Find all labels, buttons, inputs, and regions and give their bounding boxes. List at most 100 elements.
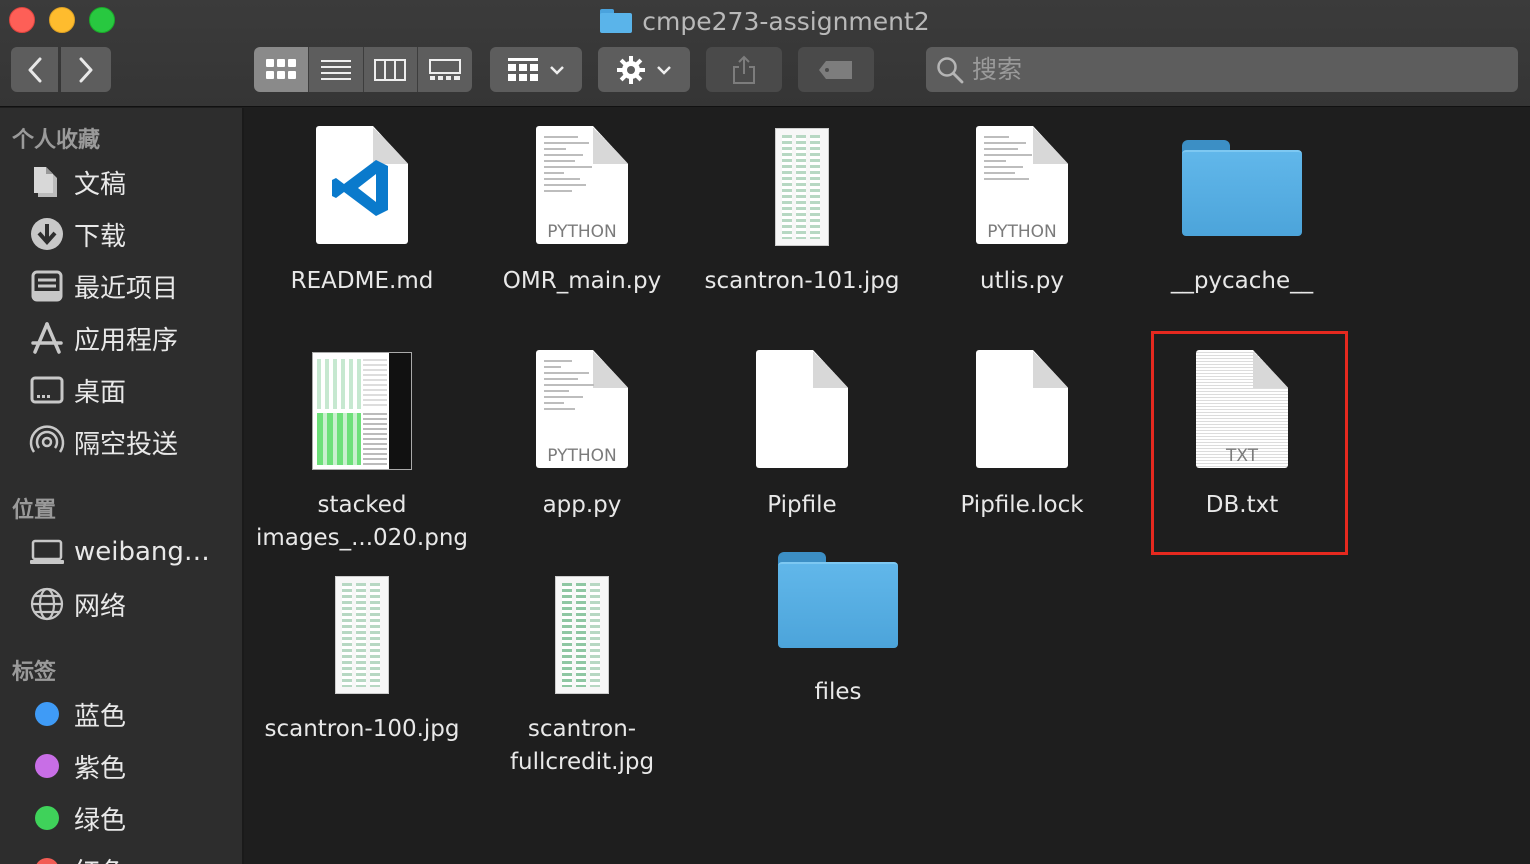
sidebar-item-label: 文稿 bbox=[74, 169, 127, 200]
python-file-icon: PYTHON bbox=[536, 126, 628, 244]
column-view-button[interactable] bbox=[363, 47, 419, 92]
vscode-document-icon bbox=[316, 126, 408, 244]
sidebar-item-label: 下载 bbox=[74, 221, 127, 252]
file-name-line-1: stacked bbox=[317, 492, 407, 518]
sidebar-tag-purple[interactable]: 紫色 bbox=[28, 744, 126, 788]
file-name: OMR_main.py bbox=[502, 268, 662, 294]
sidebar-item-documents[interactable]: 文稿 bbox=[28, 160, 126, 204]
file-name: README.md bbox=[290, 268, 434, 294]
python-ext-label: PYTHON bbox=[547, 222, 617, 242]
file-name: utlis.py bbox=[980, 268, 1064, 294]
share-icon bbox=[733, 55, 755, 84]
file-name: scantron-101.jpg bbox=[704, 268, 900, 294]
group-grid-icon bbox=[508, 57, 538, 81]
file-name-line-2: fullcredit.jpg bbox=[509, 749, 655, 775]
image-thumbnail-icon bbox=[312, 352, 412, 470]
sidebar-item-label: 最近项目 bbox=[74, 273, 179, 304]
file-name: app.py bbox=[542, 492, 622, 518]
icon-view-button[interactable] bbox=[254, 47, 309, 92]
purple-tag-dot-icon bbox=[35, 754, 59, 778]
action-menu-button[interactable] bbox=[598, 47, 690, 92]
sidebar-tag-green[interactable]: 绿色 bbox=[28, 796, 126, 840]
image-thumbnail-icon bbox=[555, 576, 609, 694]
image-thumbnail-icon bbox=[335, 576, 389, 694]
search-input[interactable] bbox=[972, 55, 1492, 84]
sidebar-item-network[interactable]: 网络 bbox=[28, 582, 126, 626]
file-name: scantron-100.jpg bbox=[264, 716, 460, 742]
sidebar-item-label: 蓝色 bbox=[74, 701, 127, 732]
blank-document-icon bbox=[976, 350, 1068, 468]
window-title-text: cmpe273-assignment2 bbox=[642, 6, 930, 36]
documents-icon bbox=[28, 163, 66, 201]
sidebar-item-computer[interactable]: weibang… bbox=[28, 530, 210, 574]
group-by-button[interactable] bbox=[490, 47, 582, 92]
python-file-icon: PYTHON bbox=[536, 350, 628, 468]
highlight-annotation-box bbox=[1151, 331, 1348, 555]
sidebar-item-recents[interactable]: 最近项目 bbox=[28, 264, 178, 308]
red-tag-dot-icon bbox=[35, 858, 59, 864]
green-tag-dot-icon bbox=[35, 806, 59, 830]
search-icon bbox=[937, 56, 964, 83]
grid-icon bbox=[265, 58, 296, 79]
image-thumbnail-icon bbox=[775, 128, 829, 246]
sidebar-item-label: 绿色 bbox=[74, 805, 127, 836]
locations-header: 位置 bbox=[12, 498, 57, 523]
folder-icon bbox=[600, 9, 633, 33]
tags-header: 标签 bbox=[12, 660, 57, 685]
share-button[interactable] bbox=[706, 47, 782, 92]
chevron-down-icon bbox=[657, 65, 671, 75]
sidebar-tag-blue[interactable]: 蓝色 bbox=[28, 692, 126, 736]
recents-icon bbox=[28, 267, 66, 305]
gallery-icon bbox=[429, 58, 462, 80]
sidebar-item-downloads[interactable]: 下载 bbox=[28, 212, 126, 256]
window-toolbar: cmpe273-assignment2 bbox=[0, 0, 1530, 107]
sidebar: 个人收藏 文稿 下载 最近项目 应用程序 桌面 隔空投送 位置 weibang…… bbox=[0, 108, 244, 864]
file-name: __pycache__ bbox=[1170, 268, 1314, 294]
tag-button[interactable] bbox=[798, 47, 874, 92]
sidebar-item-desktop[interactable]: 桌面 bbox=[28, 368, 126, 412]
search-field[interactable] bbox=[926, 47, 1518, 92]
applications-icon bbox=[28, 319, 66, 357]
view-mode-switcher bbox=[254, 47, 472, 92]
list-icon bbox=[320, 59, 351, 80]
blue-tag-dot-icon bbox=[35, 702, 59, 726]
python-ext-label: PYTHON bbox=[987, 222, 1057, 242]
file-name: Pipfile.lock bbox=[960, 492, 1084, 518]
file-name: Pipfile bbox=[767, 492, 837, 518]
laptop-icon bbox=[28, 533, 66, 571]
chevron-right-icon bbox=[79, 57, 93, 82]
python-ext-label: PYTHON bbox=[547, 446, 617, 466]
sidebar-item-label: 网络 bbox=[74, 591, 127, 622]
sidebar-item-label: 应用程序 bbox=[74, 325, 179, 356]
favorites-header: 个人收藏 bbox=[12, 128, 101, 153]
sidebar-item-applications[interactable]: 应用程序 bbox=[28, 316, 178, 360]
python-file-icon: PYTHON bbox=[976, 126, 1068, 244]
window-title: cmpe273-assignment2 bbox=[0, 5, 1530, 37]
network-icon bbox=[28, 585, 66, 623]
file-name: files bbox=[814, 679, 862, 705]
sidebar-item-label: 紫色 bbox=[74, 753, 127, 784]
desktop-icon bbox=[28, 371, 66, 409]
forward-button[interactable] bbox=[61, 47, 111, 92]
gallery-view-button[interactable] bbox=[418, 47, 472, 92]
list-view-button[interactable] bbox=[308, 47, 364, 92]
sidebar-tag-red[interactable]: 红色 bbox=[28, 848, 126, 864]
file-name-line-1: scantron- bbox=[527, 716, 637, 742]
gear-icon bbox=[617, 55, 645, 84]
file-name-line-2: images_...020.png bbox=[255, 525, 469, 551]
sidebar-item-airdrop[interactable]: 隔空投送 bbox=[28, 420, 178, 464]
tag-icon bbox=[819, 60, 852, 79]
airdrop-icon bbox=[28, 423, 66, 461]
folder-icon bbox=[1182, 140, 1302, 236]
sidebar-item-label: 隔空投送 bbox=[74, 429, 179, 460]
folder-icon bbox=[778, 552, 898, 648]
blank-document-icon bbox=[756, 350, 848, 468]
sidebar-item-label: 桌面 bbox=[74, 377, 127, 408]
sidebar-item-label: weibang… bbox=[74, 537, 210, 567]
chevron-left-icon bbox=[28, 57, 41, 82]
downloads-icon bbox=[28, 215, 66, 253]
sidebar-item-label: 红色 bbox=[74, 852, 126, 864]
chevron-down-icon bbox=[550, 65, 564, 75]
back-button[interactable] bbox=[11, 47, 58, 92]
columns-icon bbox=[374, 58, 407, 81]
